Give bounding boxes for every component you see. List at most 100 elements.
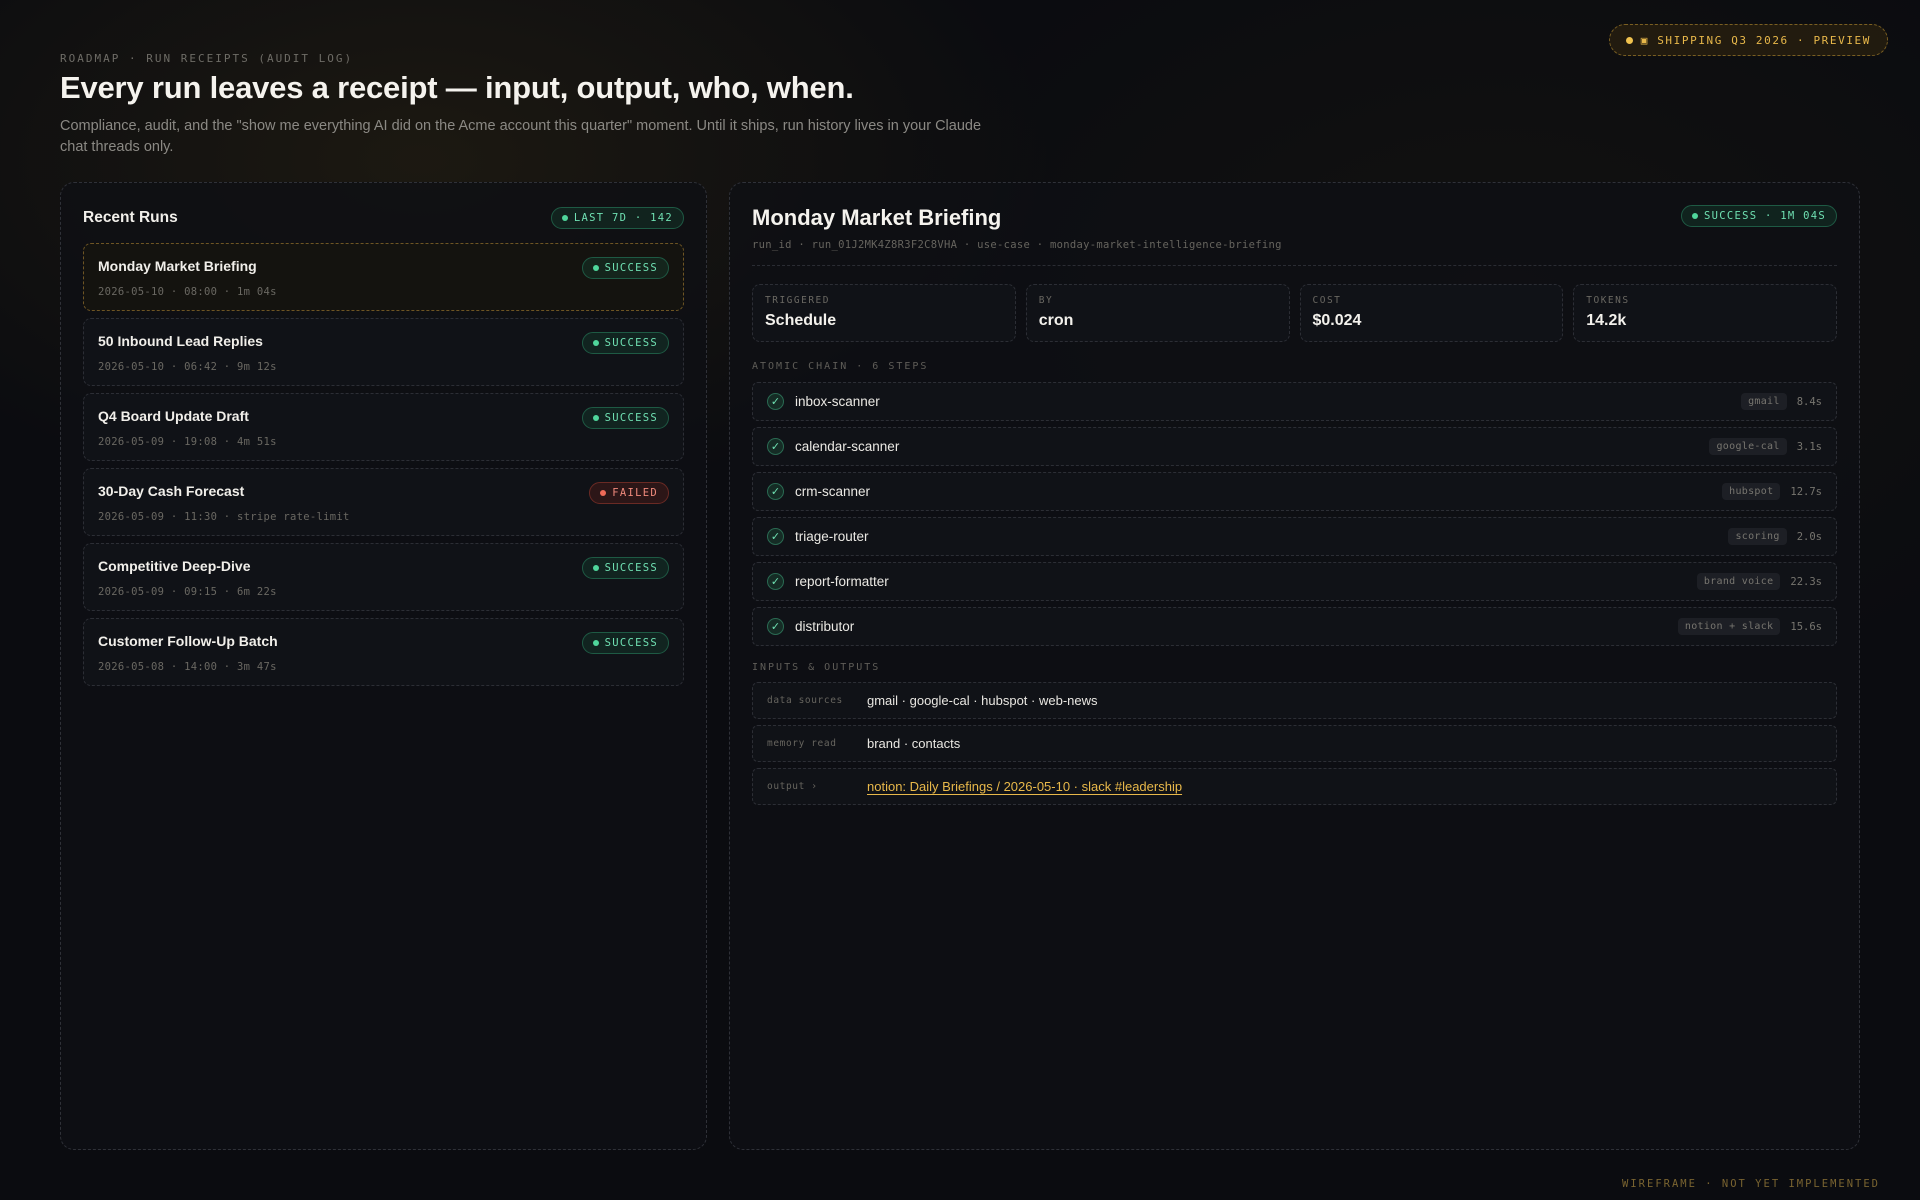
step-crm-scanner[interactable]: ✓ crm-scanner hubspot 12.7s xyxy=(752,472,1837,511)
run-item-q4-board-update[interactable]: Q4 Board Update Draft 2026-05-09 · 19:08… xyxy=(83,393,684,461)
shipping-preview-badge: ▣ SHIPPING Q3 2026 · PREVIEW xyxy=(1608,24,1888,56)
check-icon: ✓ xyxy=(767,528,784,545)
runs-count-label: LAST 7D · 142 xyxy=(573,212,673,224)
status-label: FAILED xyxy=(612,487,658,499)
run-item-customer-follow-up[interactable]: Customer Follow-Up Batch 2026-05-08 · 14… xyxy=(83,618,684,686)
stat-value: $0.024 xyxy=(1312,312,1362,329)
run-detail-title: Monday Market Briefing xyxy=(752,205,1002,230)
step-tag: google-cal xyxy=(1709,438,1787,455)
status-dot-icon xyxy=(561,215,568,221)
run-name: 50 Inbound Lead Replies xyxy=(98,333,263,349)
step-meta: notion + slack 15.6s xyxy=(1677,618,1822,635)
stat-cost: COST $0.024 xyxy=(1299,284,1564,342)
run-meta: 2026-05-09 · 09:15 · 6m 22s xyxy=(98,586,277,598)
step-duration: 2.0s xyxy=(1796,530,1822,543)
run-name: 30-Day Cash Forecast xyxy=(98,483,245,499)
recent-runs-panel: Recent Runs LAST 7D · 142 Monday Market … xyxy=(60,182,707,1150)
run-item-cash-forecast[interactable]: 30-Day Cash Forecast 2026-05-09 · 11:30 … xyxy=(83,468,684,536)
step-tag: scoring xyxy=(1728,528,1787,545)
step-report-formatter[interactable]: ✓ report-formatter brand voice 22.3s xyxy=(752,562,1837,601)
status-label: SUCCESS xyxy=(604,637,658,649)
recent-runs-header: Recent Runs LAST 7D · 142 xyxy=(83,205,684,231)
step-inbox-scanner[interactable]: ✓ inbox-scanner gmail 8.4s xyxy=(752,382,1837,421)
run-item-monday-market-briefing[interactable]: Monday Market Briefing 2026-05-10 · 08:0… xyxy=(83,243,684,311)
atomic-chain-steps: ✓ inbox-scanner gmail 8.4s ✓ calendar-sc… xyxy=(752,382,1837,652)
status-badge: SUCCESS xyxy=(581,632,669,654)
status-label: SUCCESS xyxy=(604,337,658,349)
run-item-competitive-deep-dive[interactable]: Competitive Deep-Dive 2026-05-09 · 09:15… xyxy=(83,543,684,611)
page-subtitle: Compliance, audit, and the "show me ever… xyxy=(60,118,982,155)
status-dot-icon xyxy=(592,415,599,421)
step-tag: notion + slack xyxy=(1677,618,1781,635)
divider xyxy=(752,265,1837,266)
run-stats: TRIGGERED Schedule BY cron COST $0.024 T… xyxy=(752,284,1837,342)
stat-label: TRIGGERED xyxy=(765,295,830,306)
run-meta: 2026-05-10 · 06:42 · 9m 12s xyxy=(98,361,277,373)
run-name: Customer Follow-Up Batch xyxy=(98,633,278,649)
inputs-outputs: data sources gmail · google-cal · hubspo… xyxy=(752,682,1837,811)
stat-label: TOKENS xyxy=(1586,295,1630,306)
page-title: Every run leaves a receipt — input, outp… xyxy=(60,70,854,105)
step-meta: gmail 8.4s xyxy=(1741,393,1822,410)
run-identifier: run_id · run_01J2MK4Z8R3F2C8VHA · use-ca… xyxy=(752,239,1282,251)
io-key: data sources xyxy=(767,695,843,706)
step-meta: hubspot 12.7s xyxy=(1722,483,1822,500)
step-duration: 15.6s xyxy=(1790,620,1822,633)
io-memory-read: memory read brand · contacts xyxy=(752,725,1837,762)
check-icon: ✓ xyxy=(767,573,784,590)
step-meta: brand voice 22.3s xyxy=(1696,573,1822,590)
step-duration: 22.3s xyxy=(1790,575,1822,588)
step-name: crm-scanner xyxy=(795,484,871,499)
run-list: Monday Market Briefing 2026-05-10 · 08:0… xyxy=(83,243,684,693)
io-key: memory read xyxy=(767,738,837,749)
status-dot-icon xyxy=(600,490,607,496)
output-link[interactable]: notion: Daily Briefings / 2026-05-10 · s… xyxy=(867,779,1182,794)
page-eyebrow: ROADMAP · RUN RECEIPTS (AUDIT LOG) xyxy=(60,52,354,65)
step-triage-router[interactable]: ✓ triage-router scoring 2.0s xyxy=(752,517,1837,556)
status-label: SUCCESS xyxy=(604,262,658,274)
atomic-chain-label: ATOMIC CHAIN · 6 STEPS xyxy=(752,361,929,372)
wireframe-footer: WIREFRAME · NOT YET IMPLEMENTED xyxy=(1622,1178,1880,1190)
step-tag: hubspot xyxy=(1722,483,1781,500)
stat-triggered: TRIGGERED Schedule xyxy=(752,284,1016,342)
inputs-outputs-label: INPUTS & OUTPUTS xyxy=(752,662,881,673)
step-duration: 3.1s xyxy=(1796,440,1822,453)
run-item-inbound-lead-replies[interactable]: 50 Inbound Lead Replies 2026-05-10 · 06:… xyxy=(83,318,684,386)
run-meta: 2026-05-09 · 19:08 · 4m 51s xyxy=(98,436,277,448)
stat-value: cron xyxy=(1038,312,1074,329)
status-dot-icon xyxy=(592,565,599,571)
run-status-label: SUCCESS · 1M 04S xyxy=(1704,210,1826,222)
run-name: Competitive Deep-Dive xyxy=(98,558,251,574)
step-calendar-scanner[interactable]: ✓ calendar-scanner google-cal 3.1s xyxy=(752,427,1837,466)
io-key: output › xyxy=(767,781,818,792)
stat-tokens: TOKENS 14.2k xyxy=(1573,284,1837,342)
runs-count-badge: LAST 7D · 142 xyxy=(550,207,684,229)
stat-value: Schedule xyxy=(765,312,837,329)
io-output: output › notion: Daily Briefings / 2026-… xyxy=(752,768,1837,805)
step-tag: gmail xyxy=(1741,393,1787,410)
stat-by: BY cron xyxy=(1025,284,1290,342)
status-dot-icon xyxy=(592,340,599,346)
status-badge: SUCCESS xyxy=(581,332,669,354)
status-dot-icon xyxy=(592,265,599,271)
stat-label: COST xyxy=(1312,295,1342,306)
run-name: Monday Market Briefing xyxy=(98,258,257,274)
step-name: calendar-scanner xyxy=(795,439,900,454)
status-label: SUCCESS xyxy=(604,412,658,424)
run-detail-panel: Monday Market Briefing SUCCESS · 1M 04S … xyxy=(729,182,1860,1150)
shipping-preview-label: ▣ SHIPPING Q3 2026 · PREVIEW xyxy=(1640,33,1871,47)
status-badge: SUCCESS xyxy=(581,257,669,279)
step-meta: google-cal 3.1s xyxy=(1709,438,1822,455)
stat-value: 14.2k xyxy=(1586,312,1627,329)
io-data-sources: data sources gmail · google-cal · hubspo… xyxy=(752,682,1837,719)
run-meta: 2026-05-09 · 11:30 · stripe rate-limit xyxy=(98,511,350,523)
status-badge: FAILED xyxy=(589,482,669,504)
step-tag: brand voice xyxy=(1696,573,1781,590)
check-icon: ✓ xyxy=(767,438,784,455)
step-meta: scoring 2.0s xyxy=(1728,528,1822,545)
status-dot-icon xyxy=(1692,213,1699,219)
step-duration: 12.7s xyxy=(1790,485,1822,498)
status-dot-icon xyxy=(1625,36,1633,44)
step-distributor[interactable]: ✓ distributor notion + slack 15.6s xyxy=(752,607,1837,646)
run-status-badge: SUCCESS · 1M 04S xyxy=(1681,205,1837,227)
